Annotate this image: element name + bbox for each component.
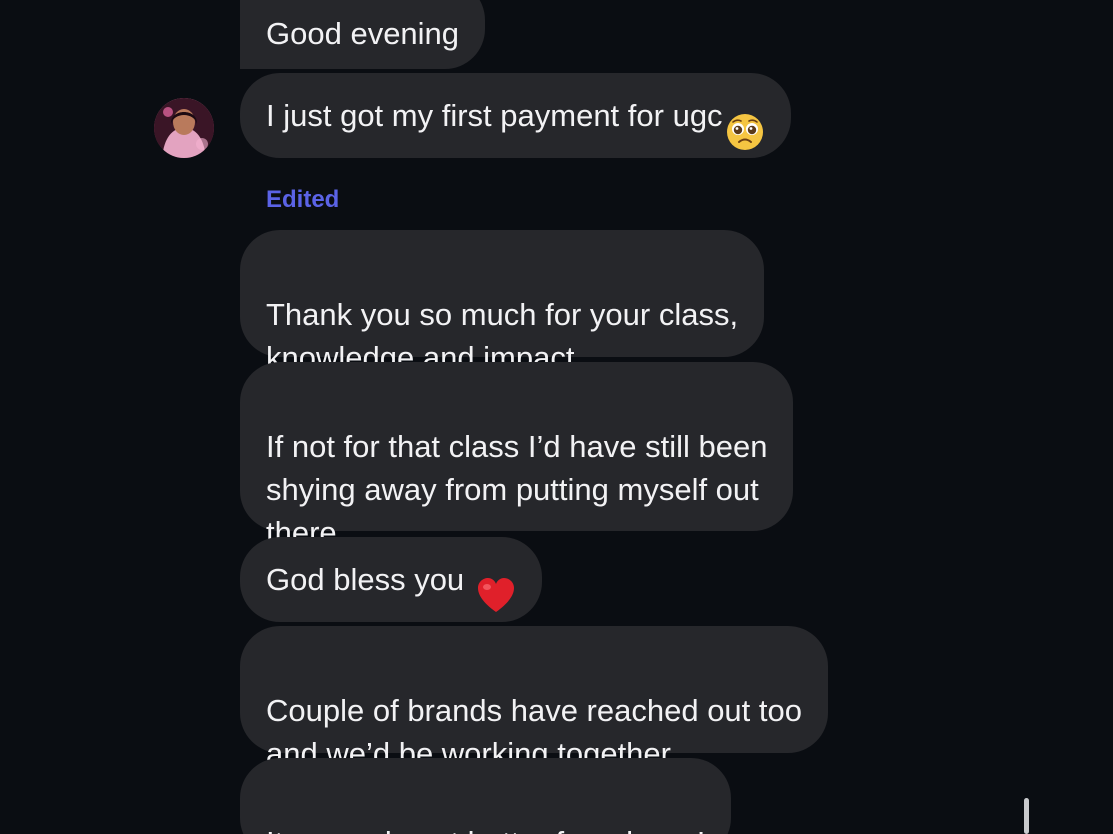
avatar[interactable]	[154, 98, 214, 158]
message-bubble[interactable]: Couple of brands have reached out too an…	[240, 626, 828, 771]
red-heart-icon	[476, 533, 516, 627]
message-bubble[interactable]: God bless you	[240, 537, 543, 622]
pleading-face-icon	[725, 69, 765, 163]
scrollbar[interactable]	[1024, 798, 1029, 834]
message-text: God bless you	[266, 562, 465, 597]
edited-label: Edited	[266, 186, 340, 213]
message-text: Good evening	[266, 16, 460, 51]
avatar-image	[154, 98, 214, 158]
message-bubble[interactable]: I just got my first payment for ugc	[240, 73, 791, 158]
message-text: It can only get better from here !	[266, 825, 705, 834]
message-text: I just got my first payment for ugc	[266, 98, 723, 133]
chat-screen: Good evening I just got my first payment…	[0, 0, 1113, 834]
message-bubble[interactable]: Good evening	[240, 0, 486, 69]
message-text: If not for that class I’d have still bee…	[266, 429, 768, 550]
message-bubble[interactable]: It can only get better from here !	[240, 758, 732, 834]
message-bubble[interactable]: If not for that class I’d have still bee…	[240, 362, 794, 550]
message-bubble[interactable]: Thank you so much for your class, knowle…	[240, 230, 765, 375]
